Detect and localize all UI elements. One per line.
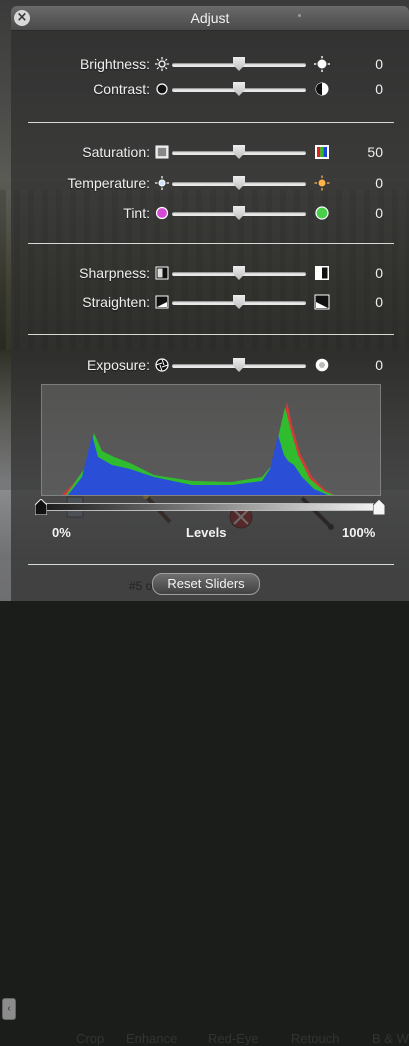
straighten-label: Straighten: — [82, 294, 150, 310]
window-title: Adjust — [190, 10, 230, 26]
sharpness-slider-knob[interactable] — [233, 266, 245, 280]
reset-sliders-button[interactable]: Reset Sliders — [152, 573, 260, 595]
histogram-graph — [42, 401, 334, 495]
sharpness-low-icon — [155, 266, 169, 280]
section-divider — [28, 564, 394, 565]
toolbar-scroll-left[interactable]: ‹ — [2, 998, 16, 1020]
adjust-hud-panel: × Adjust Brightness: 0 Contrast: 0 Satur… — [11, 6, 409, 601]
exposure-value: 0 — [375, 357, 383, 373]
temperature-label: Temperature: — [67, 175, 150, 191]
saturation-high-icon — [315, 145, 329, 159]
brightness-label: Brightness: — [79, 56, 150, 72]
straighten-left-icon — [155, 295, 169, 309]
toolbar-item-crop[interactable]: Crop — [76, 1031, 104, 1046]
toolbar-item-retouch[interactable]: Retouch — [291, 1031, 339, 1046]
warm-sun-icon — [314, 175, 330, 191]
levels-white-point-knob[interactable] — [373, 499, 385, 515]
tint-row: Tint: 0 — [11, 203, 409, 225]
temperature-slider-knob[interactable] — [233, 176, 245, 190]
contrast-row: Contrast: 0 — [11, 79, 409, 101]
saturation-low-icon — [155, 145, 169, 159]
brightness-value: 0 — [375, 56, 383, 72]
green-dot-icon — [315, 206, 329, 220]
contrast-high-icon — [315, 82, 329, 96]
levels-slider-track[interactable] — [41, 503, 381, 511]
levels-min-label: 0% — [52, 525, 71, 540]
sharpness-row: Sharpness: 0 — [11, 263, 409, 285]
sharpness-label: Sharpness: — [79, 265, 150, 281]
saturation-value: 50 — [367, 144, 383, 160]
hud-titlebar[interactable]: × Adjust — [11, 6, 409, 31]
straighten-value: 0 — [375, 294, 383, 310]
toolbar-item-red-eye[interactable]: Red-Eye — [208, 1031, 259, 1046]
contrast-low-icon — [156, 83, 168, 95]
sharpness-high-icon — [315, 266, 329, 280]
titlebar-dot-icon — [298, 14, 301, 17]
section-divider — [28, 334, 394, 335]
levels-label: Levels — [186, 525, 227, 540]
temperature-value: 0 — [375, 175, 383, 191]
exposure-label: Exposure: — [86, 357, 150, 373]
straighten-row: Straighten: 0 — [11, 292, 409, 314]
contrast-slider-knob[interactable] — [233, 82, 245, 96]
saturation-slider-knob[interactable] — [233, 145, 245, 159]
brightness-row: Brightness: 0 — [11, 54, 409, 76]
sharpness-value: 0 — [375, 265, 383, 281]
temperature-row: Temperature: 0 — [11, 173, 409, 195]
section-divider — [28, 122, 394, 123]
tint-value: 0 — [375, 205, 383, 221]
sun-large-icon — [314, 56, 330, 72]
contrast-value: 0 — [375, 81, 383, 97]
toolbar-item-enhance[interactable]: Enhance — [126, 1031, 177, 1046]
section-divider — [28, 243, 394, 244]
aperture-icon — [155, 358, 169, 372]
straighten-slider-knob[interactable] — [233, 295, 245, 309]
magenta-dot-icon — [155, 206, 169, 220]
levels-histogram — [41, 384, 381, 496]
tint-slider-knob[interactable] — [233, 206, 245, 220]
sun-small-icon — [155, 57, 169, 71]
brightness-slider-knob[interactable] — [233, 57, 245, 71]
levels-black-point-knob[interactable] — [35, 499, 47, 515]
levels-max-label: 100% — [342, 525, 376, 540]
cool-sun-icon — [155, 176, 169, 190]
tint-label: Tint: — [123, 205, 150, 221]
contrast-label: Contrast: — [93, 81, 150, 97]
toolbar-item-bw[interactable]: B & W — [372, 1031, 409, 1046]
exposure-row: Exposure: 0 — [11, 355, 409, 377]
straighten-right-icon — [314, 294, 330, 310]
exposure-bright-icon — [315, 358, 329, 372]
saturation-row: Saturation: 50 — [11, 142, 409, 164]
saturation-label: Saturation: — [82, 144, 150, 160]
exposure-slider-knob[interactable] — [233, 358, 245, 372]
